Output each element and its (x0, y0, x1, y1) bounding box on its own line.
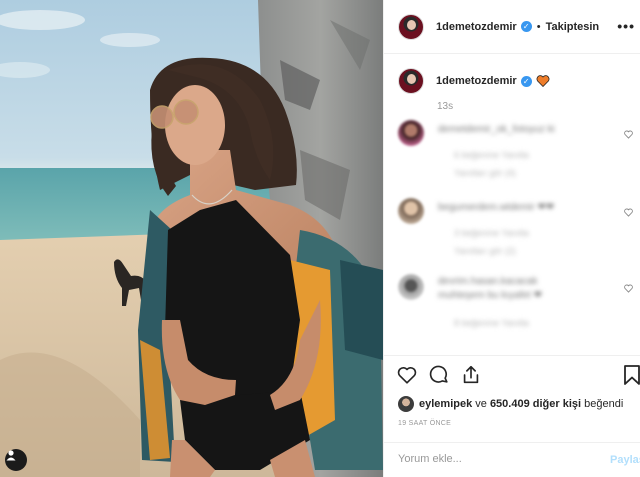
comment-text: demetdemir_ok_fotoyuz ki (438, 124, 555, 135)
post-header: 1demetozdemir ✓ • Takiptesin ••• (384, 0, 640, 54)
add-comment-form: Paylaş (384, 442, 640, 477)
user-tag-icon[interactable] (5, 449, 27, 471)
comment-replies[interactable]: Yanıtları gör (4) (454, 168, 516, 178)
comment-like-icon[interactable] (624, 208, 633, 217)
comment-like-icon[interactable] (624, 284, 633, 293)
comment-text: devrim.hasan.kacacak (438, 276, 538, 287)
comment-meta: 8 beğenme Yanıtla (454, 318, 529, 328)
post-timestamp[interactable]: 19 SAAT ÖNCE (398, 420, 451, 427)
caption: 1demetozdemir ✓ (398, 68, 550, 94)
likes-connector: ve (472, 398, 490, 410)
verified-badge-icon: ✓ (520, 21, 532, 32)
beach-portrait-image (0, 0, 383, 477)
comment-text-line2: muhteşem bu kıyafet ❤ (438, 290, 542, 301)
author-username[interactable]: 1demetozdemir (436, 21, 517, 33)
caption-username[interactable]: 1demetozdemir (436, 75, 517, 87)
comment-meta: 6 beğenme Yanıtla (454, 150, 529, 160)
likes-count[interactable]: 650.409 diğer kişi (490, 398, 581, 410)
orange-heart-emoji-icon (536, 75, 550, 87)
separator-dot: • (536, 20, 541, 33)
comment-meta: 3 beğenme Yanıtla (454, 228, 529, 238)
author-avatar[interactable] (398, 13, 424, 40)
comment-like-icon[interactable] (624, 130, 633, 139)
liker-avatar (398, 396, 414, 412)
liker-username[interactable]: eylemipek (419, 398, 472, 410)
post-actions: eylemipek ve 650.409 diğer kişi beğendi … (384, 355, 640, 477)
comment-item: begumerdem.wtdemir ❤❤ 3 beğenme Yanıtla … (398, 198, 633, 258)
bookmark-icon[interactable] (623, 364, 640, 386)
follow-state-button[interactable]: Takiptesin (546, 21, 600, 33)
comment-icon[interactable] (428, 364, 450, 386)
comment-input[interactable] (398, 453, 588, 465)
caption-time: 13s (437, 101, 454, 112)
comment-item: devrim.hasan.kacacak muhteşem bu kıyafet… (398, 274, 633, 334)
commenter-avatar[interactable] (398, 120, 424, 146)
heart-icon[interactable] (396, 364, 418, 386)
post-sidebar: 1demetozdemir ✓ • Takiptesin ••• 1demeto… (383, 0, 640, 477)
post-comment-button[interactable]: Paylaş (610, 454, 640, 466)
likes-summary[interactable]: eylemipek ve 650.409 diğer kişi beğendi (398, 396, 623, 412)
comment-replies[interactable]: Yanıtları gör (2) (454, 246, 516, 256)
likes-suffix: beğendi (581, 398, 624, 410)
comment-text: begumerdem.wtdemir ❤❤ (438, 202, 555, 213)
verified-badge-icon: ✓ (520, 75, 532, 87)
caption-avatar[interactable] (398, 68, 424, 94)
share-icon[interactable] (460, 364, 482, 386)
comment-item: demetdemir_ok_fotoyuz ki 6 beğenme Yanıt… (398, 120, 633, 180)
post-photo[interactable] (0, 0, 383, 477)
more-options-icon[interactable]: ••• (617, 18, 635, 34)
commenter-avatar[interactable] (398, 274, 424, 300)
commenter-avatar[interactable] (398, 198, 424, 224)
